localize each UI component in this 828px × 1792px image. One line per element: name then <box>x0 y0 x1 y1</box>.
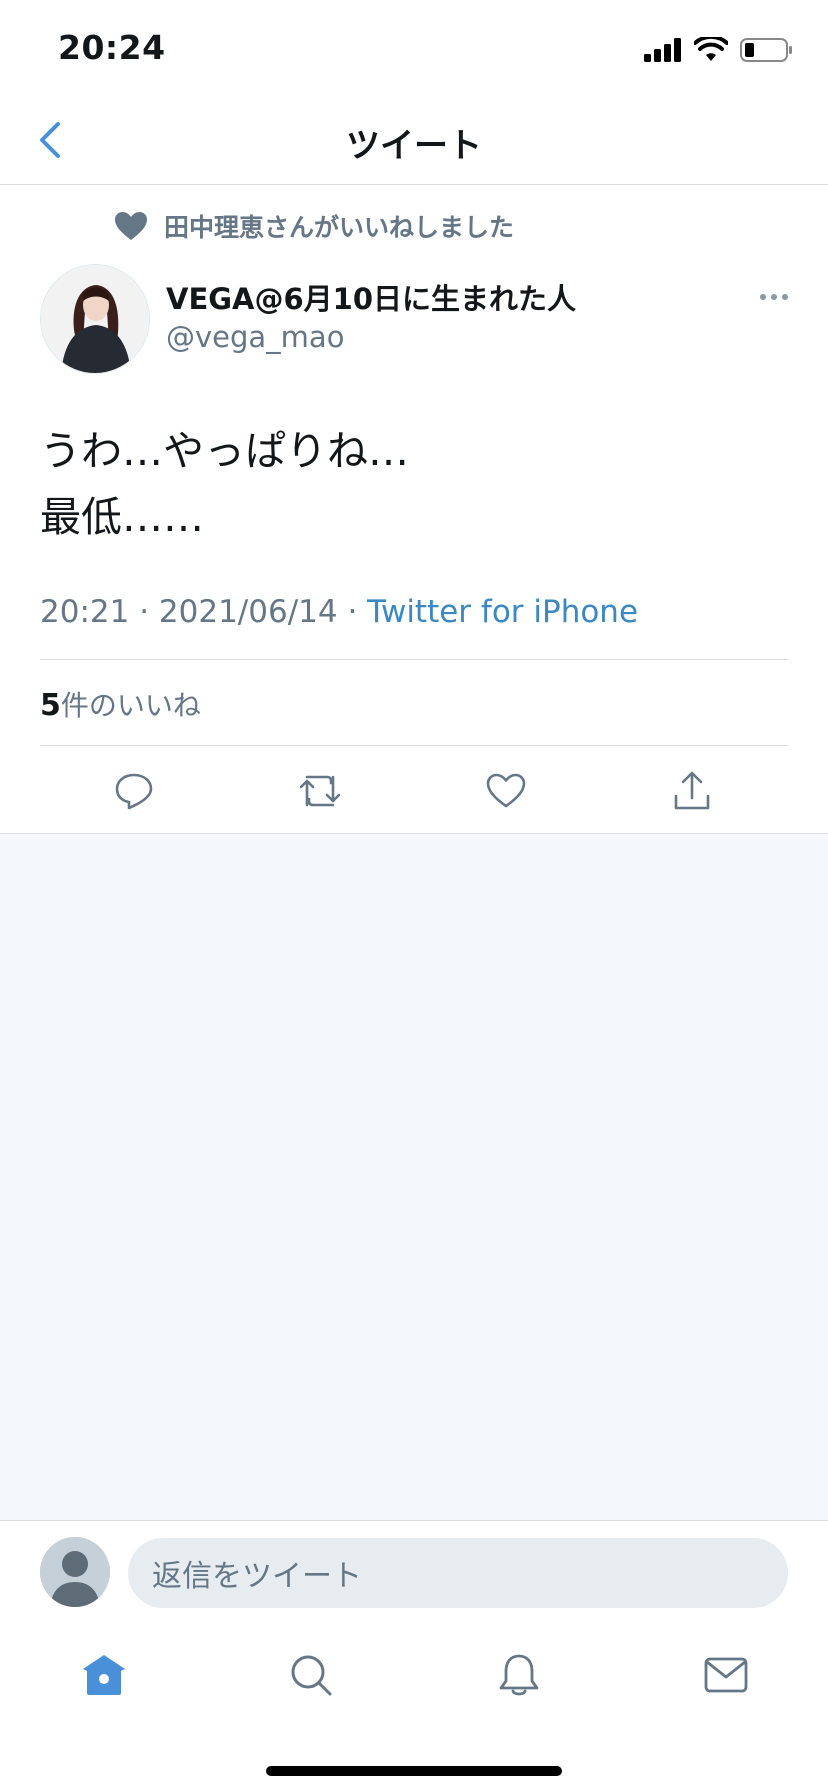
heart-filled-icon <box>115 212 147 240</box>
share-button[interactable] <box>667 766 717 816</box>
page-title: ツイート <box>346 126 482 166</box>
search-icon <box>291 1655 332 1696</box>
tab-messages[interactable] <box>701 1650 751 1700</box>
status-time: 20:24 <box>58 28 166 67</box>
nav-divider <box>0 184 828 185</box>
tweet-date: 2021/06/14 <box>158 594 338 630</box>
reply-button[interactable] <box>109 766 159 816</box>
tweet-actions <box>0 766 828 816</box>
notifications-icon <box>499 1654 539 1696</box>
messages-icon <box>704 1657 748 1693</box>
wifi-icon <box>694 37 728 61</box>
meta-separator: · <box>129 594 159 630</box>
divider <box>40 745 788 746</box>
more-dots-icon <box>760 294 788 300</box>
retweet-icon <box>299 775 341 807</box>
author-name[interactable]: VEGA@6月10日に生まれた人 <box>166 276 576 318</box>
like-icon <box>486 773 526 808</box>
status-icons <box>644 32 794 68</box>
reply-input[interactable]: 返信をツイート <box>128 1538 788 1608</box>
reply-icon <box>115 773 153 810</box>
cellular-signal-icon <box>644 38 681 62</box>
likes-count-link[interactable]: 5件のいいね <box>40 684 201 724</box>
tweet-source-link[interactable]: Twitter for iPhone <box>367 594 638 630</box>
tab-home[interactable] <box>79 1650 129 1700</box>
home-icon <box>83 1655 125 1695</box>
share-icon <box>674 771 710 810</box>
like-button[interactable] <box>481 766 531 816</box>
social-context[interactable]: 田中理恵さんがいいねしました <box>114 208 514 244</box>
avatar-photo <box>41 265 149 373</box>
tab-bar <box>0 1618 828 1792</box>
meta-separator: · <box>337 594 368 630</box>
tweet-time: 20:21 <box>40 594 130 630</box>
user-avatar[interactable] <box>40 1537 110 1607</box>
battery-icon <box>740 38 792 62</box>
tweet-meta: 20:21 · 2021/06/14 · Twitter for iPhone <box>40 594 638 630</box>
reply-bar: 返信をツイート <box>0 1520 828 1618</box>
tab-notifications[interactable] <box>494 1650 544 1700</box>
tweet-detail-panel: 20:24 ツイート 田中理恵さんがいいねしました VEGA@6月10日に生まれ… <box>0 0 828 834</box>
likes-label: 件のいいね <box>60 689 201 722</box>
likes-count: 5 <box>40 688 61 723</box>
divider <box>40 659 788 660</box>
default-avatar-icon <box>40 1537 110 1607</box>
tab-search[interactable] <box>286 1650 336 1700</box>
home-indicator <box>266 1766 562 1776</box>
tweet-text: うわ…やっぱりね… 最低…… <box>40 427 409 541</box>
author-handle[interactable]: @vega_mao <box>166 320 344 354</box>
more-options-button[interactable] <box>752 286 796 308</box>
social-context-text: 田中理恵さんがいいねしました <box>164 213 515 242</box>
author-avatar[interactable] <box>40 264 150 374</box>
retweet-button[interactable] <box>295 766 345 816</box>
